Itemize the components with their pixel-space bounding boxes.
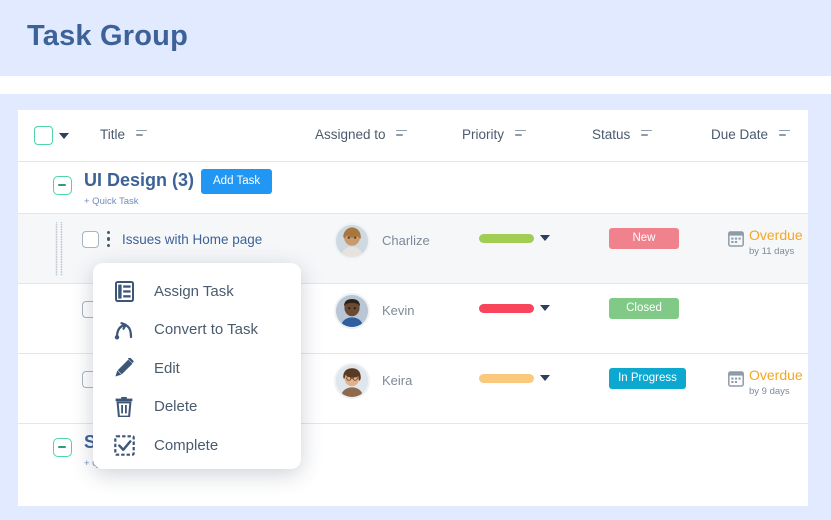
due-date-status[interactable]: Overdue	[749, 227, 803, 243]
assignee-name: Keira	[382, 373, 413, 388]
group-name: UI Design (3)	[84, 170, 195, 190]
page-title: Task Group	[27, 20, 188, 52]
calendar-icon[interactable]	[728, 230, 744, 252]
priority-bar[interactable]	[479, 234, 534, 243]
sort-icon[interactable]	[778, 129, 790, 138]
column-header-title[interactable]: Title	[100, 127, 147, 142]
add-task-button[interactable]: Add Task	[201, 169, 273, 194]
row-menu-kebab-icon[interactable]	[107, 231, 111, 250]
column-header-due-date-label: Due Date	[711, 127, 769, 142]
minus-square-icon[interactable]	[53, 176, 72, 195]
column-header-assigned-to[interactable]: Assigned to	[315, 127, 408, 142]
sort-icon[interactable]	[135, 129, 147, 138]
status-badge[interactable]: Closed	[609, 298, 679, 319]
status-badge[interactable]: In Progress	[609, 368, 686, 389]
select-all-checkbox[interactable]	[34, 126, 53, 145]
minus-square-icon[interactable]	[53, 438, 72, 457]
avatar	[334, 223, 370, 259]
avatar	[334, 293, 370, 329]
context-menu-item-label: Edit	[154, 359, 180, 377]
page-header-band: Task Group	[0, 0, 831, 76]
group-header-ui-design: UI Design (3) + Quick Task Add Task	[18, 162, 808, 214]
column-header-status-label: Status	[592, 127, 631, 142]
row-checkbox[interactable]	[82, 231, 99, 248]
context-menu-item-delete[interactable]: Delete	[93, 388, 301, 427]
context-menu-item-label: Delete	[154, 398, 198, 416]
check-square-icon	[112, 434, 136, 456]
app-root: Task Group Title Assigned to Priority St…	[0, 0, 831, 520]
priority-bar[interactable]	[479, 304, 534, 313]
assignee-name: Kevin	[382, 303, 415, 318]
sort-icon[interactable]	[396, 129, 408, 138]
column-header-due-date[interactable]: Due Date	[711, 127, 790, 142]
priority-bar[interactable]	[479, 374, 534, 383]
context-menu-item-edit[interactable]: Edit	[93, 349, 301, 388]
context-menu-item-label: Complete	[154, 436, 219, 454]
context-menu-item-assign-task[interactable]: Assign Task	[93, 272, 301, 311]
status-badge[interactable]: New	[609, 228, 679, 249]
calendar-icon[interactable]	[728, 370, 744, 392]
pencil-icon	[112, 358, 136, 378]
assignee-name: Charlize	[382, 233, 430, 248]
quick-task-link[interactable]: + Quick Task	[84, 196, 138, 207]
context-menu-item-complete[interactable]: Complete	[93, 426, 301, 465]
context-menu-item-convert-to-task[interactable]: Convert to Task	[93, 311, 301, 350]
priority-dropdown-caret[interactable]	[540, 305, 550, 311]
convert-to-task-icon	[112, 320, 136, 340]
due-date-status[interactable]: Overdue	[749, 367, 803, 383]
context-menu-item-label: Convert to Task	[154, 321, 258, 339]
priority-dropdown-caret[interactable]	[540, 375, 550, 381]
sort-icon[interactable]	[641, 129, 653, 138]
context-menu-item-label: Assign Task	[154, 282, 234, 300]
table-header-row: Title Assigned to Priority Status Due Da…	[18, 110, 808, 162]
avatar	[334, 363, 370, 399]
due-date-detail: by 11 days	[749, 246, 795, 257]
column-header-status[interactable]: Status	[592, 127, 653, 142]
sort-icon[interactable]	[514, 129, 526, 138]
due-date-detail: by 9 days	[749, 386, 790, 397]
column-header-priority[interactable]: Priority	[462, 127, 526, 142]
column-header-priority-label: Priority	[462, 127, 505, 142]
column-header-assigned-to-label: Assigned to	[315, 127, 386, 142]
trash-icon	[112, 396, 136, 417]
select-all-dropdown-caret[interactable]	[59, 133, 69, 139]
task-title[interactable]: Issues with Home page	[122, 232, 262, 247]
assign-task-icon	[112, 280, 136, 302]
column-header-title-label: Title	[100, 127, 126, 142]
priority-dropdown-caret[interactable]	[540, 235, 550, 241]
drag-handle[interactable]	[54, 222, 64, 276]
row-context-menu: Assign Task Convert to Task Edit Delete	[93, 263, 301, 469]
